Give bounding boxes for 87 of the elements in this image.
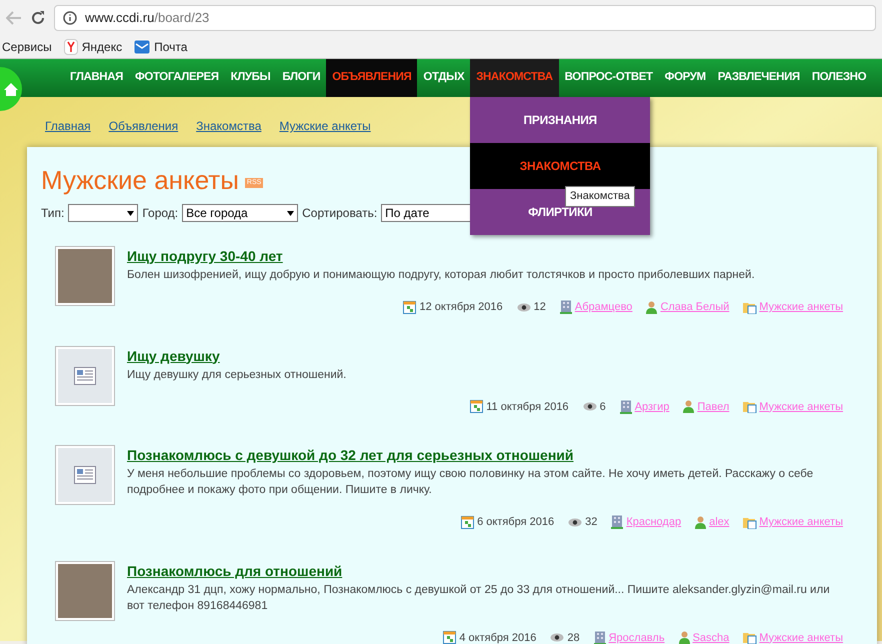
bookmark-link[interactable]: Сервисы — [2, 38, 52, 56]
building-icon — [560, 300, 572, 314]
nav-menu-item[interactable]: ОТДЫХ — [417, 59, 470, 97]
dropdown-menu-item[interactable]: ПРИЗНАНИЯ — [470, 97, 650, 143]
nav-menu-item[interactable]: ВОПРОС-ОТВЕТ — [558, 59, 659, 97]
building-icon — [611, 515, 624, 530]
city-link[interactable]: Абрамцево — [574, 299, 632, 316]
listing-date: 6 октября 2016 — [477, 515, 554, 530]
calendar-icon — [470, 400, 484, 414]
reload-icon[interactable] — [30, 10, 46, 26]
listing-description: Александр 31 дцп, хожу нормально, Познакомлюсь с девушкой от 25 до 33 для отношений... Пишите aleksander.glyzin@mail.ru или вот телефон 89168446981 — [127, 582, 831, 614]
view-count: 28 — [567, 630, 580, 644]
building-icon — [620, 400, 632, 414]
category-link[interactable]: Мужские анкеты — [759, 514, 843, 530]
bookmark-link[interactable]: Яндекс — [82, 38, 122, 56]
author-link[interactable]: Sascha — [692, 630, 730, 644]
view-count: 32 — [585, 515, 598, 530]
listing-title[interactable]: Познакомлюсь для отношений — [127, 560, 342, 582]
category-link[interactable]: Мужские анкеты — [759, 630, 843, 644]
document-icon — [74, 366, 96, 384]
eye-icon — [582, 402, 597, 412]
user-icon — [683, 400, 694, 414]
eye-icon — [516, 302, 531, 312]
user-icon — [646, 300, 658, 314]
photo-placeholder — [58, 564, 112, 618]
city-link[interactable]: Арзгир — [634, 398, 670, 415]
folder-icon — [743, 300, 758, 314]
view-count: 12 — [534, 300, 546, 315]
mail-envelope-icon — [134, 40, 150, 54]
sort-label: Сортировать: — [302, 205, 378, 222]
nav-menu-item[interactable]: БЛОГИ — [276, 59, 326, 97]
document-icon — [74, 466, 96, 484]
city-label: Город: — [142, 205, 178, 222]
listing-title[interactable]: Ищу девушку — [127, 346, 220, 366]
listing-description: Ищу девушку для серьезных отношений. — [127, 368, 346, 382]
city-select[interactable]: Все города — [182, 204, 298, 222]
calendar-icon — [443, 631, 456, 644]
category-link[interactable]: Мужские анкеты — [759, 299, 843, 316]
nav-menu-item[interactable]: РАЗВЛЕЧЕНИЯ — [712, 59, 806, 97]
eye-icon — [550, 633, 564, 642]
listing-date: 11 октября 2016 — [486, 400, 569, 414]
author-link[interactable]: Павел — [697, 398, 730, 415]
photo-placeholder — [58, 249, 112, 303]
calendar-icon — [461, 516, 474, 529]
nav-menu-item[interactable]: ЗНАКОМСТВА — [470, 59, 559, 97]
calendar-icon — [403, 300, 416, 314]
dropdown-caret-icon — [127, 210, 134, 216]
city-link[interactable]: Краснодар — [626, 514, 682, 530]
breadcrumb-link[interactable]: Знакомства — [196, 117, 262, 135]
city-link[interactable]: Ярославль — [608, 630, 665, 644]
bookmark-link[interactable]: Почта — [154, 38, 188, 56]
dropdown-menu-item[interactable]: ЗНАКОМСТВА — [470, 143, 650, 189]
yandex-y-icon — [64, 38, 78, 54]
listing-title[interactable]: Познакомлюсь с девушкой до 32 лет для серьезных отношений — [127, 445, 574, 466]
nav-menu-item[interactable]: КЛУБЫ — [224, 59, 276, 97]
user-icon — [695, 516, 706, 529]
nav-menu-item[interactable]: ПОЛЕЗНО — [806, 59, 872, 97]
nav-menu-item[interactable]: ФОТОГАЛЕРЕЯ — [129, 59, 225, 97]
breadcrumb-link[interactable]: Мужские анкеты — [279, 117, 371, 135]
nav-menu-item[interactable]: ФОРУМ — [658, 59, 712, 97]
home-icon — [4, 82, 18, 96]
listing-description: У меня небольшие проблемы со здоровьем, поэтому ищу свою половинку на этом сайте. Не хочу иметь детей. Расскажу о себе подробнее и покажу фото при общении. Пишите в личку. — [127, 467, 814, 498]
listing-description: Болен шизофренией, ищу добрую и понимающую подругу, которая любит толстячков и просто приболевших парней. — [127, 268, 755, 283]
view-count: 6 — [600, 400, 606, 414]
tooltip: Знакомства — [565, 186, 635, 206]
dropdown-caret-icon — [287, 210, 294, 216]
breadcrumb-link[interactable]: Главная — [45, 117, 91, 135]
breadcrumb-link[interactable]: Объявления — [108, 117, 178, 135]
folder-icon — [743, 631, 758, 644]
page-title: Мужские анкеты — [41, 164, 239, 197]
listing-date: 4 октября 2016 — [459, 630, 536, 644]
type-select[interactable] — [68, 204, 138, 222]
listing-title[interactable]: Ищу подругу 30-40 лет — [127, 246, 283, 267]
eye-icon — [568, 518, 582, 527]
user-icon — [678, 631, 690, 644]
address-bar[interactable]: www.ccdi.ru/board/23 — [54, 4, 876, 30]
nav-menu-item[interactable]: ГЛАВНАЯ — [64, 59, 129, 97]
listing-date: 12 октября 2016 — [419, 300, 503, 315]
folder-icon — [743, 516, 758, 529]
category-link[interactable]: Мужские анкеты — [759, 398, 843, 415]
type-label: Тип: — [41, 205, 64, 222]
folder-icon — [743, 400, 758, 414]
info-icon — [63, 10, 77, 24]
author-link[interactable]: alex — [709, 514, 730, 530]
author-link[interactable]: Слава Белый — [660, 299, 730, 316]
nav-menu-item[interactable]: ОБЪЯВЛЕНИЯ — [326, 59, 418, 97]
building-icon — [594, 630, 606, 644]
